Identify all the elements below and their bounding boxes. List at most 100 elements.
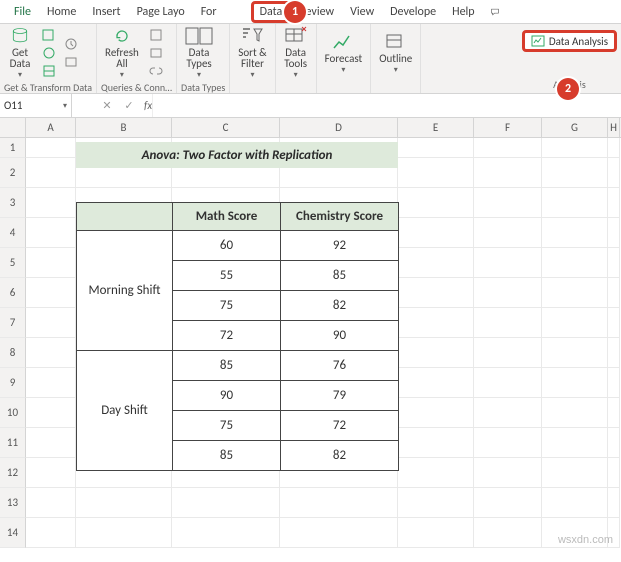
chevron-down-icon: ▾	[197, 70, 201, 80]
from-web-icon	[42, 46, 56, 60]
group-label-data-types: Data Types	[181, 80, 225, 96]
from-web-button[interactable]	[40, 45, 58, 61]
connections-icon	[64, 55, 78, 69]
row-header[interactable]: 3	[0, 188, 26, 218]
callout-1: 1	[284, 1, 306, 23]
col-header-b[interactable]: B	[76, 118, 172, 137]
enter-formula-button[interactable]: ✓	[118, 99, 140, 112]
sort-filter-icon	[240, 26, 264, 46]
table-cell[interactable]: 90	[173, 381, 281, 411]
chevron-down-icon: ▾	[394, 65, 398, 75]
col-header-a[interactable]: A	[26, 118, 76, 137]
table-cell[interactable]: 55	[173, 261, 281, 291]
table-cell[interactable]: 85	[173, 351, 281, 381]
refresh-all-button[interactable]: Refresh All ▾	[101, 26, 143, 80]
table-cell[interactable]: 79	[281, 381, 399, 411]
refresh-icon	[110, 26, 134, 46]
recent-sources-button[interactable]	[62, 36, 80, 52]
row-header[interactable]: 4	[0, 218, 26, 248]
row-label-morning: Morning Shift	[77, 231, 173, 351]
row-header[interactable]: 13	[0, 488, 26, 518]
name-box[interactable]: O11 ▾	[0, 94, 72, 117]
properties-button[interactable]	[147, 45, 165, 61]
table-cell[interactable]: 75	[173, 291, 281, 321]
tab-view[interactable]: View	[342, 0, 382, 23]
table-cell[interactable]: 75	[173, 411, 281, 441]
chevron-down-icon: ▾	[341, 65, 345, 75]
table-cell[interactable]: 90	[281, 321, 399, 351]
from-table-button[interactable]	[40, 63, 58, 79]
row-header[interactable]: 12	[0, 458, 26, 488]
row-label-day: Day Shift	[77, 351, 173, 471]
tab-formulas[interactable]: For	[193, 0, 225, 23]
tab-home[interactable]: Home	[39, 0, 84, 23]
from-text-icon	[42, 28, 56, 42]
tab-insert[interactable]: Insert	[84, 0, 128, 23]
row-header[interactable]: 6	[0, 278, 26, 308]
title-banner: Anova: Two Factor with Replication	[76, 142, 398, 168]
get-data-button[interactable]: Get Data ▾	[4, 26, 36, 80]
queries-button[interactable]	[147, 27, 165, 43]
row-header[interactable]: 14	[0, 518, 26, 548]
comments-button[interactable]	[483, 0, 507, 23]
comment-icon	[491, 6, 499, 18]
col-header-d[interactable]: D	[280, 118, 398, 137]
tab-help[interactable]: Help	[444, 0, 483, 23]
col-header-e[interactable]: E	[398, 118, 474, 137]
row-header[interactable]: 7	[0, 308, 26, 338]
row-header[interactable]: 2	[0, 158, 26, 188]
from-text-button[interactable]	[40, 27, 58, 43]
group-label-get-transform: Get & Transform Data	[4, 80, 92, 96]
row-header[interactable]: 8	[0, 338, 26, 368]
group-label-outline	[375, 80, 416, 96]
group-label-forecast	[321, 80, 367, 96]
table-cell[interactable]: 92	[281, 231, 399, 261]
sort-filter-button[interactable]: Sort & Filter ▾	[234, 26, 270, 80]
fx-label[interactable]: fx	[140, 99, 152, 112]
formula-input[interactable]	[152, 94, 621, 117]
table-cell[interactable]: 76	[281, 351, 399, 381]
data-tools-icon	[284, 26, 308, 46]
row-header[interactable]: 5	[0, 248, 26, 278]
chevron-down-icon: ▾	[250, 70, 254, 80]
existing-connections-button[interactable]	[62, 54, 80, 70]
col-header-c[interactable]: C	[172, 118, 280, 137]
col-header-h[interactable]: H	[608, 118, 620, 137]
group-label-tools	[280, 80, 312, 96]
edit-links-button[interactable]	[147, 63, 165, 79]
data-analysis-button[interactable]: Data Analysis	[522, 30, 617, 52]
col-header-g[interactable]: G	[542, 118, 608, 137]
row-header[interactable]: 10	[0, 398, 26, 428]
row-header[interactable]: 11	[0, 428, 26, 458]
col-header-f[interactable]: F	[474, 118, 542, 137]
forecast-button[interactable]: Forecast ▾	[321, 26, 367, 80]
row-header[interactable]: 1	[0, 138, 26, 158]
table-header-blank	[77, 203, 173, 231]
links-icon	[149, 64, 163, 78]
get-data-icon	[8, 26, 32, 46]
watermark: wsxdn.com	[558, 534, 613, 546]
table-cell[interactable]: 82	[281, 291, 399, 321]
tab-file[interactable]: File	[6, 0, 39, 23]
table-cell[interactable]: 85	[173, 441, 281, 471]
table-cell[interactable]: 72	[173, 321, 281, 351]
table-cell[interactable]: 72	[281, 411, 399, 441]
table-cell[interactable]: 85	[281, 261, 399, 291]
select-all-corner[interactable]	[0, 118, 26, 137]
chevron-down-icon: ▾	[120, 70, 124, 80]
data-types-button[interactable]: Data Types ▾	[181, 26, 217, 80]
outline-button[interactable]: Outline ▾	[375, 26, 416, 80]
queries-icon	[149, 28, 163, 42]
data-tools-button[interactable]: Data Tools ▾	[280, 26, 312, 80]
tab-page-layout[interactable]: Page Layo	[129, 0, 193, 23]
chevron-down-icon: ▾	[63, 101, 67, 111]
cancel-formula-button[interactable]: ✕	[96, 99, 118, 112]
row-header[interactable]: 9	[0, 368, 26, 398]
table-cell[interactable]: 60	[173, 231, 281, 261]
tab-developer[interactable]: Develope	[382, 0, 444, 23]
table-cell[interactable]: 82	[281, 441, 399, 471]
table-header-chem: Chemistry Score	[281, 203, 399, 231]
data-types-icon	[185, 26, 213, 46]
data-analysis-icon	[531, 35, 545, 47]
from-table-icon	[42, 64, 56, 78]
